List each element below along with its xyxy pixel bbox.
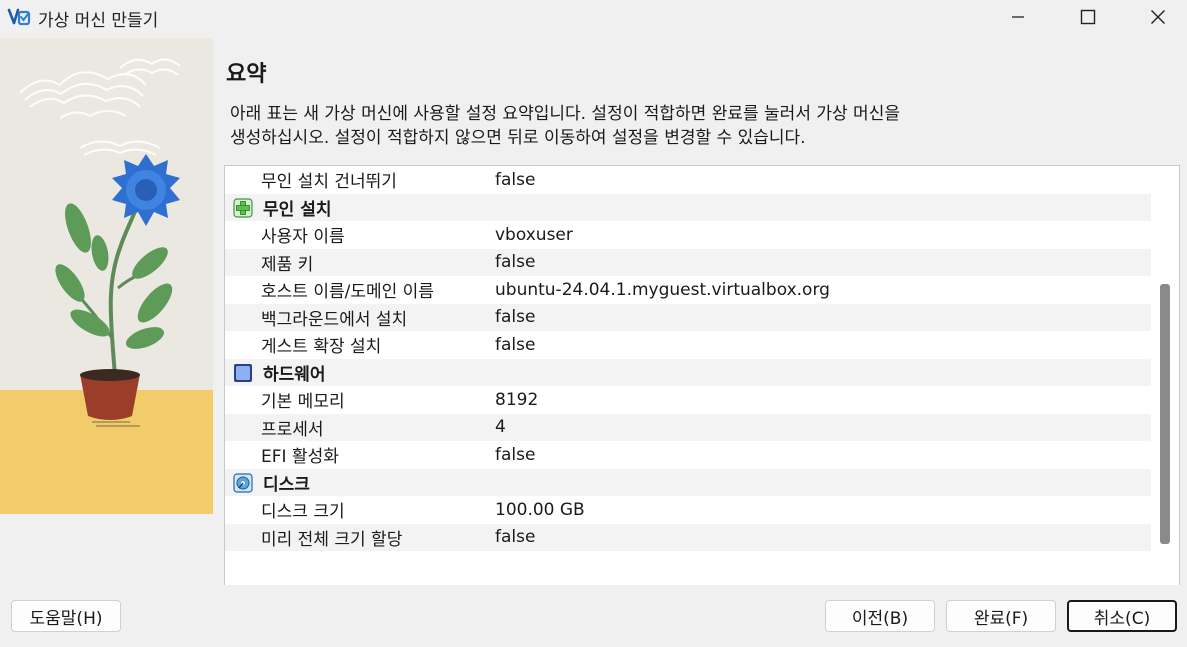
setting-name: EFI 활성화 (261, 447, 339, 468)
summary-table[interactable]: 무인 설치 건너뛰기 false 무인 설치사용자 이름 vboxuser 제품 키 fa… (224, 165, 1180, 609)
setting-name: 디스크 크기 (261, 502, 345, 523)
summary-section-row[interactable]: 디스크 (225, 468, 1151, 496)
wizard-body: 요약 아래 표는 새 가상 머신에 사용할 설정 요약입니다. 설정이 적합하면… (0, 38, 1187, 609)
summary-row[interactable]: 백그라운드에서 설치 false (225, 303, 1151, 331)
summary-row[interactable]: 디스크 크기 100.00 GB (225, 496, 1151, 524)
close-icon (1151, 10, 1165, 24)
page-title: 요약 (226, 62, 267, 87)
setting-value: vboxuser (495, 224, 573, 245)
summary-row[interactable]: 제품 키 false (225, 248, 1151, 276)
summary-row[interactable]: 무인 설치 건너뛰기 false (225, 166, 1151, 194)
section-title: 디스크 (263, 474, 310, 495)
back-button[interactable]: 이전(B) (825, 600, 935, 632)
setting-name: 미리 전체 크기 할당 (261, 529, 403, 550)
setting-value: false (495, 169, 536, 190)
setting-name: 제품 키 (261, 254, 314, 275)
setting-value: false (495, 444, 536, 465)
setting-value: 4 (495, 417, 506, 438)
button-bar: 도움말(H) 이전(B) 완료(F) 취소(C) (0, 585, 1187, 647)
section-title: 하드웨어 (263, 364, 326, 385)
cancel-button[interactable]: 취소(C) (1067, 600, 1177, 632)
page-description: 아래 표는 새 가상 머신에 사용할 설정 요약입니다. 설정이 적합하면 완료… (230, 102, 1130, 150)
summary-row[interactable]: EFI 활성화 false (225, 441, 1151, 469)
wizard-illustration (0, 38, 213, 514)
setting-value: false (495, 527, 536, 548)
disk-icon (233, 472, 253, 493)
summary-row[interactable]: 프로세서 4 (225, 413, 1151, 441)
setting-name: 무인 설치 건너뛰기 (261, 172, 397, 193)
help-button[interactable]: 도움말(H) (11, 600, 121, 632)
setting-value: false (495, 334, 536, 355)
virtualbox-icon (7, 7, 31, 29)
summary-rows: 무인 설치 건너뛰기 false 무인 설치사용자 이름 vboxuser 제품 키 fa… (225, 166, 1151, 551)
setting-name: 사용자 이름 (261, 227, 345, 248)
title-bar: 가상 머신 만들기 (0, 0, 1187, 36)
description-line-2: 생성하십시오. 설정이 적합하지 않으면 뒤로 이동하여 설정을 변경할 수 있… (230, 128, 806, 148)
setting-name: 호스트 이름/도메인 이름 (261, 282, 434, 303)
summary-row[interactable]: 호스트 이름/도메인 이름 ubuntu-24.04.1.myguest.virt… (225, 276, 1151, 304)
description-line-1: 아래 표는 새 가상 머신에 사용할 설정 요약입니다. 설정이 적합하면 완료… (230, 104, 900, 124)
setting-value: 8192 (495, 389, 539, 410)
minimize-icon (1012, 16, 1024, 18)
minimize-button[interactable] (995, 0, 1041, 34)
setting-name: 기본 메모리 (261, 392, 345, 413)
unattended-install-icon (233, 197, 253, 218)
maximize-icon (1080, 9, 1096, 25)
setting-value: 100.00 GB (495, 499, 585, 520)
close-button[interactable] (1135, 0, 1181, 34)
setting-name: 백그라운드에서 설치 (261, 309, 408, 330)
section-title: 무인 설치 (263, 199, 332, 220)
setting-name: 프로세서 (261, 419, 324, 440)
scrollbar-thumb[interactable] (1160, 284, 1170, 544)
summary-row[interactable]: 게스트 확장 설치 false (225, 331, 1151, 359)
setting-value: false (495, 252, 536, 273)
summary-row[interactable]: 기본 메모리 8192 (225, 386, 1151, 414)
maximize-button[interactable] (1065, 0, 1111, 34)
window-title: 가상 머신 만들기 (38, 11, 159, 31)
finish-button[interactable]: 완료(F) (946, 600, 1056, 632)
setting-value: false (495, 307, 536, 328)
summary-section-row[interactable]: 무인 설치 (225, 193, 1151, 221)
summary-row[interactable]: 미리 전체 크기 할당 false (225, 523, 1151, 551)
summary-section-row[interactable]: 하드웨어 (225, 358, 1151, 386)
summary-row[interactable]: 사용자 이름 vboxuser (225, 221, 1151, 249)
setting-name: 게스트 확장 설치 (261, 337, 382, 358)
hardware-chip-icon (233, 363, 253, 383)
setting-value: ubuntu-24.04.1.myguest.virtualbox.org (495, 279, 830, 300)
